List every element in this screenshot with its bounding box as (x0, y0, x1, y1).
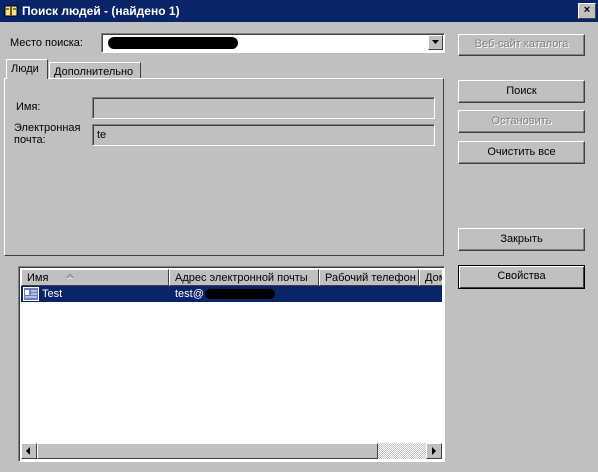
name-field[interactable] (92, 97, 435, 119)
name-label: Имя: (16, 101, 41, 113)
stop-button[interactable]: Остановить (458, 110, 585, 133)
email-field[interactable]: te (92, 124, 435, 146)
people-search-window: Поиск людей - (найдено 1) × Место поиска… (0, 0, 598, 472)
column-header-name[interactable]: Имя (21, 269, 169, 286)
row-name-cell: Test (42, 288, 63, 300)
directory-website-button[interactable]: Веб-сайт каталога (458, 34, 585, 56)
results-header: Имя Адрес электронной почты Рабочий теле… (21, 269, 442, 286)
chevron-down-icon (432, 40, 439, 44)
scroll-left-button[interactable] (21, 443, 37, 459)
email-label-line2: почта: (14, 134, 46, 146)
tab-people[interactable]: Люди (6, 59, 48, 79)
column-header-email[interactable]: Адрес электронной почты (169, 269, 319, 286)
horizontal-scrollbar[interactable] (21, 443, 442, 459)
address-book-icon (4, 4, 18, 18)
table-row[interactable]: Test test@ (21, 286, 442, 302)
close-window-button[interactable]: × (578, 3, 596, 19)
sort-ascending-icon (66, 274, 74, 279)
scroll-right-button[interactable] (426, 443, 442, 459)
close-button[interactable]: Закрыть (458, 228, 585, 251)
column-work-phone-label: Рабочий телефон (325, 272, 416, 284)
tab-advanced[interactable]: Дополнительно (49, 62, 141, 79)
column-home-phone-label: Домашний (425, 272, 442, 284)
close-icon: × (583, 4, 591, 16)
contact-card-icon (23, 287, 39, 301)
arrow-right-icon (432, 447, 436, 455)
column-email-label: Адрес электронной почты (175, 272, 308, 284)
column-name-label: Имя (27, 272, 49, 284)
search-button[interactable]: Поиск (458, 80, 585, 103)
arrow-left-icon (26, 447, 30, 455)
window-title: Поиск людей - (найдено 1) (22, 4, 180, 18)
redacted-email-domain (205, 289, 275, 299)
email-field-value: te (97, 129, 107, 141)
email-label-line1: Электронная (14, 122, 81, 134)
redacted-location-value (108, 37, 238, 49)
results-list[interactable]: Имя Адрес электронной почты Рабочий теле… (18, 266, 445, 462)
row-email-cell: test@ (175, 288, 204, 300)
search-location-label: Место поиска: (10, 37, 83, 49)
dropdown-arrow-button[interactable] (428, 35, 443, 50)
scrollbar-thumb[interactable] (37, 443, 378, 459)
properties-button[interactable]: Свойства (458, 265, 585, 289)
title-bar[interactable]: Поиск людей - (найдено 1) × (0, 0, 598, 22)
tab-advanced-label: Дополнительно (54, 66, 134, 78)
clear-all-button[interactable]: Очистить все (458, 141, 585, 164)
tab-people-label: Люди (11, 63, 39, 75)
column-header-work-phone[interactable]: Рабочий телефон (319, 269, 419, 286)
column-header-home-phone[interactable]: Домашний (419, 269, 442, 286)
search-location-dropdown[interactable] (101, 33, 445, 53)
